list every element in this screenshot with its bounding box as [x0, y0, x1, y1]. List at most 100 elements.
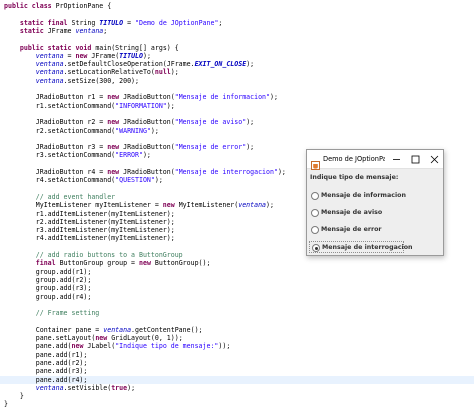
code-line[interactable] [0, 135, 4, 143]
close-icon [430, 155, 439, 164]
code-line[interactable]: r2.addItemListener(myItemListener); [0, 218, 175, 226]
code-line[interactable]: r2.setActionCommand("WARNING"); [0, 127, 159, 135]
code-token: } [4, 400, 8, 409]
code-token: "WARNING" [115, 126, 151, 135]
code-line[interactable]: pane.add(new JLabel("Indique tipo de men… [0, 342, 231, 351]
code-token: "QUESTION" [115, 176, 155, 185]
code-token: MyItemListener myItemListener = [4, 201, 163, 210]
code-token: new [75, 51, 92, 60]
maximize-button[interactable] [406, 150, 425, 169]
code-token: public static void [19, 43, 96, 52]
minimize-icon [393, 159, 400, 160]
code-token: TITULO [99, 18, 124, 27]
window-title: Demo de JOptionPa... [323, 155, 385, 163]
code-line[interactable]: pane.add(r4); [0, 375, 474, 384]
java-app-icon [311, 155, 320, 170]
code-line[interactable] [0, 85, 4, 93]
code-line[interactable]: public class PrOptionPane { [0, 2, 111, 10]
code-token: .getContentPane(); [131, 325, 203, 334]
code-line[interactable]: group.add(r2); [0, 276, 92, 284]
code-token: "Indique tipo de mensaje:" [115, 342, 219, 351]
code-line[interactable]: JRadioButton r3 = new JRadioButton("Mens… [0, 143, 254, 151]
close-button[interactable] [425, 150, 444, 169]
code-line[interactable] [0, 35, 4, 43]
code-token: .setVisible( [63, 383, 112, 392]
code-line[interactable] [0, 243, 4, 251]
code-line[interactable]: JRadioButton r4 = new JRadioButton("Mens… [0, 168, 286, 176]
code-line[interactable]: public static void main(String[] args) { [0, 44, 179, 52]
code-line[interactable]: // add radio buttons to a ButtonGroup [0, 251, 183, 259]
code-token: )); [218, 342, 231, 351]
code-line[interactable]: pane.add(r1); [0, 351, 88, 359]
code-token: = [63, 51, 76, 60]
code-token: ); [154, 176, 163, 185]
code-line[interactable]: group.add(r1); [0, 268, 92, 276]
code-token: "Demo de JOptionPane" [135, 18, 219, 27]
radio-circle-selected-icon[interactable] [312, 244, 320, 252]
code-line[interactable] [0, 160, 4, 168]
code-line[interactable] [0, 317, 4, 325]
radio-aviso[interactable]: Mensaje de aviso [309, 207, 409, 219]
code-token: ); [142, 151, 151, 160]
code-line[interactable]: group.add(r3); [0, 284, 92, 293]
radio-error[interactable]: Mensaje de error [309, 224, 409, 236]
code-line[interactable]: r3.setActionCommand("ERROR"); [0, 151, 151, 159]
code-token: ; [103, 26, 108, 35]
radio-circle-icon[interactable] [311, 192, 319, 200]
code-token: new [71, 342, 88, 351]
code-token: Container pane = [4, 325, 104, 334]
code-line[interactable]: pane.add(r2); [0, 359, 88, 367]
minimize-button[interactable] [387, 150, 406, 169]
code-line[interactable]: Container pane = ventana.getContentPane(… [0, 326, 203, 334]
code-line[interactable]: pane.setLayout(new GridLayout(0, 1)); [0, 334, 183, 342]
code-token: GridLayout(0, 1)); [111, 334, 183, 342]
code-line[interactable]: r1.setActionCommand("INFORMATION"); [0, 102, 175, 110]
code-token: ventana [35, 383, 64, 392]
code-line[interactable]: static JFrame ventana; [0, 27, 107, 35]
code-line[interactable]: ventana.setSize(300, 200); [0, 77, 139, 85]
code-line[interactable] [0, 301, 4, 309]
code-token: ); [170, 68, 179, 77]
code-line[interactable]: } [0, 400, 8, 408]
code-line[interactable]: ventana.setVisible(true); [0, 384, 135, 392]
radio-circle-icon[interactable] [311, 226, 319, 234]
code-token: group.add(r3); [4, 284, 92, 293]
code-token: "INFORMATION" [115, 101, 167, 110]
code-line[interactable]: JRadioButton r2 = new JRadioButton("Mens… [0, 118, 254, 126]
code-line[interactable]: ventana.setDefaultCloseOperation(JFrame.… [0, 60, 254, 68]
code-line[interactable]: pane.add(r3); [0, 367, 88, 375]
code-token: MyItemListener( [178, 201, 239, 210]
code-token: TITULO [119, 51, 143, 60]
code-line[interactable]: r3.addItemListener(myItemListener); [0, 226, 175, 234]
code-line[interactable]: // add event handler [0, 193, 115, 201]
code-token: "Mensaje de informacion" [174, 93, 270, 102]
code-token: "Mensaje de error" [174, 143, 247, 152]
code-line[interactable]: ventana.setLocationRelativeTo(null); [0, 68, 179, 76]
radio-informacion[interactable]: Mensaje de informacion [309, 190, 409, 202]
code-line[interactable] [0, 185, 4, 193]
code-line[interactable]: final ButtonGroup group = new ButtonGrou… [0, 259, 211, 267]
code-token: // add radio buttons to a ButtonGroup [4, 251, 183, 259]
code-line[interactable] [0, 10, 4, 18]
radio-circle-icon[interactable] [311, 209, 319, 217]
radio-interrogacion[interactable]: Mensaje de interrogacion [309, 241, 413, 253]
code-token: JRadioButton r3 = [4, 143, 108, 152]
code-line[interactable]: r1.addItemListener(myItemListener); [0, 210, 175, 218]
code-line[interactable]: } [0, 392, 24, 400]
code-token: JRadioButton r4 = [4, 168, 108, 176]
demo-window[interactable]: Demo de JOptionPa... Indique tipo de men… [306, 149, 444, 256]
code-line[interactable]: group.add(r4); [0, 293, 92, 301]
code-line[interactable]: r4.addItemListener(myItemListener); [0, 234, 175, 242]
code-line[interactable] [0, 110, 4, 118]
code-line[interactable]: r4.setActionCommand("QUESTION"); [0, 176, 163, 184]
code-token: JRadioButton( [123, 118, 175, 127]
code-line[interactable]: static final String TITULO = "Demo de JO… [0, 18, 223, 27]
code-line[interactable]: // Frame setting [0, 309, 100, 317]
code-line[interactable]: ventana = new JFrame(TITULO); [0, 52, 151, 60]
code-token: ; [218, 18, 223, 27]
code-line[interactable]: JRadioButton r1 = new JRadioButton("Mens… [0, 93, 278, 101]
code-line[interactable]: MyItemListener myItemListener = new MyIt… [0, 201, 274, 209]
window-titlebar[interactable]: Demo de JOptionPa... [307, 150, 444, 170]
